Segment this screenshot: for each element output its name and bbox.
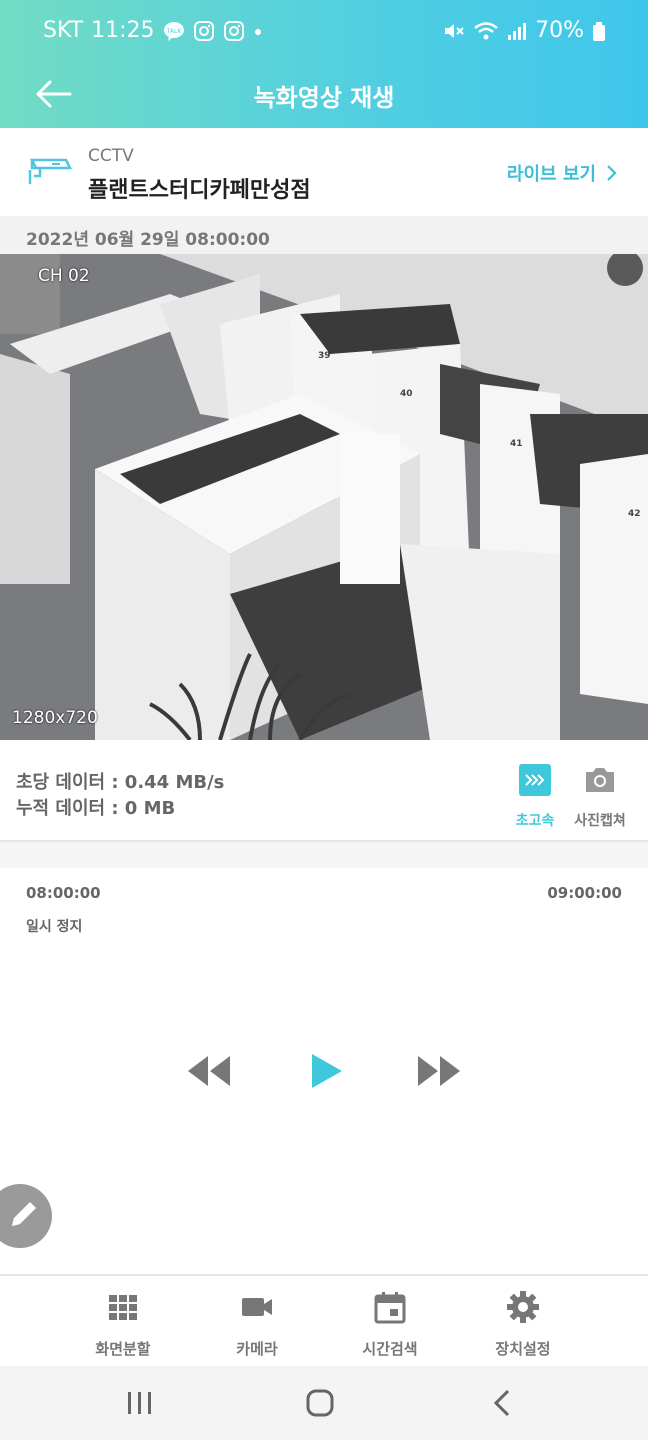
- title-row: 녹화영상 재생: [0, 66, 648, 128]
- svg-text:TALK: TALK: [165, 28, 182, 35]
- desk-number: 41: [510, 439, 523, 449]
- data-rate: 초당 데이터 : 0.44 MB/s: [16, 772, 225, 793]
- wifi-icon: [474, 21, 498, 39]
- high-speed-button[interactable]: 초고속: [510, 764, 560, 830]
- nav-label: 화면분할: [95, 1340, 151, 1358]
- nav-item-time-search[interactable]: 시간검색: [335, 1290, 445, 1359]
- video-player[interactable]: 39 40 41 42 CH 02 1280x720: [0, 254, 648, 740]
- stream-info: 초당 데이터 : 0.44 MB/s 누적 데이터 : 0 MB 초고속 사진캡…: [0, 740, 648, 842]
- calendar-icon: [374, 1292, 406, 1324]
- kakaotalk-icon: TALK: [163, 21, 184, 41]
- device-row: CCTV 플랜트스터디카페만성점 라이브 보기: [0, 128, 648, 216]
- grid-icon: [109, 1295, 137, 1320]
- channel-label: CH 02: [38, 266, 90, 286]
- playback-panel: 08:00:00 09:00:00 일시 정지: [0, 868, 648, 1274]
- instagram-icon: [193, 20, 214, 41]
- bottom-nav: 화면분할 카메라 시간검색 장치설정: [0, 1274, 648, 1366]
- photo-capture-button[interactable]: 사진캡쳐: [568, 764, 632, 830]
- video-camera-icon: [242, 1298, 272, 1316]
- desk-number: 39: [318, 351, 331, 361]
- mute-icon: [445, 23, 464, 38]
- nav-item-device-settings[interactable]: 장치설정: [468, 1290, 578, 1359]
- high-speed-label: 초고속: [515, 813, 555, 829]
- battery-icon: [593, 21, 605, 41]
- signal-icon: [508, 22, 527, 40]
- status-right: 70%: [443, 18, 606, 43]
- camera-icon: [586, 768, 614, 792]
- pencil-icon: [12, 1202, 36, 1226]
- desk-number: 42: [628, 509, 641, 519]
- recent-apps-icon[interactable]: [122, 1388, 158, 1418]
- live-view-label: 라이브 보기: [506, 164, 596, 185]
- timeline-start: 08:00:00: [26, 884, 101, 902]
- desk-number: 40: [400, 389, 413, 399]
- live-view-button[interactable]: 라이브 보기: [507, 160, 618, 186]
- edit-fab[interactable]: [0, 1184, 52, 1248]
- nav-item-split-screen[interactable]: 화면분할: [68, 1290, 178, 1359]
- fast-forward-icon[interactable]: [416, 1048, 462, 1094]
- instagram-icon: [223, 20, 244, 41]
- back-icon[interactable]: [488, 1388, 518, 1418]
- system-nav-bar: [0, 1366, 648, 1440]
- video-frame: 39 40 41 42: [0, 254, 648, 740]
- rewind-icon[interactable]: [186, 1048, 232, 1094]
- page-title: 녹화영상 재생: [253, 84, 395, 112]
- nav-label: 카메라: [236, 1340, 278, 1358]
- recording-date-bar: 2022년 06월 29일 08:00:00: [0, 216, 648, 254]
- timeline-end: 09:00:00: [547, 884, 622, 902]
- section-divider: [0, 842, 648, 868]
- status-bar: SKT 11:25 TALK 70%: [0, 0, 648, 66]
- app-header: SKT 11:25 TALK 70% 녹화영상 재생: [0, 0, 648, 128]
- clock: 11:25: [91, 18, 155, 43]
- photo-capture-label: 사진캡쳐: [574, 813, 626, 829]
- carrier: SKT: [43, 18, 84, 43]
- resolution-label: 1280x720: [12, 708, 98, 728]
- data-total: 누적 데이터 : 0 MB: [16, 798, 176, 819]
- cctv-camera-icon: [28, 158, 73, 184]
- chevron-right-icon: [607, 165, 617, 181]
- fast-forward-chevrons-icon: [519, 764, 551, 796]
- battery-percent: 70%: [535, 18, 584, 43]
- gear-icon: [507, 1291, 539, 1323]
- status-left: SKT 11:25 TALK: [43, 18, 263, 43]
- playback-state: 일시 정지: [26, 919, 83, 935]
- nav-label: 시간검색: [362, 1340, 418, 1358]
- home-icon[interactable]: [302, 1386, 338, 1420]
- dot-icon: [254, 28, 261, 35]
- nav-label: 장치설정: [495, 1340, 551, 1358]
- device-type: CCTV: [88, 146, 134, 166]
- recording-datetime: 2022년 06월 29일 08:00:00: [26, 230, 270, 250]
- play-icon[interactable]: [306, 1048, 346, 1094]
- nav-item-camera[interactable]: 카메라: [202, 1290, 312, 1359]
- device-name: 플랜트스터디카페만성점: [88, 178, 311, 203]
